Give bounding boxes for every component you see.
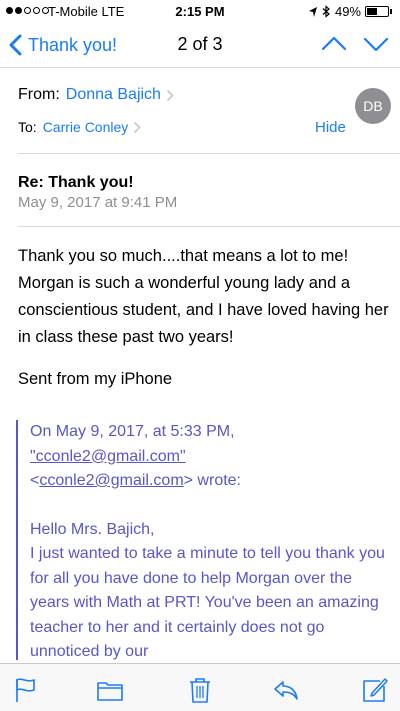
sender-name-link[interactable]: Donna Bajich xyxy=(66,86,161,104)
message-date: May 9, 2017 at 9:41 PM xyxy=(18,194,178,211)
battery-icon xyxy=(365,6,389,17)
sender-avatar[interactable]: DB xyxy=(355,88,391,124)
reply-icon[interactable] xyxy=(272,676,300,704)
message-subject: Re: Thank you! xyxy=(18,174,134,191)
chevron-right-icon xyxy=(134,121,141,133)
quote-header: On May 9, 2017, at 5:33 PM, "cconle2@gma… xyxy=(30,423,241,489)
status-right: 49% xyxy=(308,4,392,19)
quoted-message: On May 9, 2017, at 5:33 PM, "cconle2@gma… xyxy=(16,420,392,660)
hide-details-link[interactable]: Hide xyxy=(315,119,346,136)
quote-body: I just wanted to take a minute to tell y… xyxy=(30,545,385,660)
header-divider xyxy=(18,153,400,154)
compose-icon[interactable] xyxy=(360,676,388,704)
location-icon xyxy=(308,6,317,17)
battery-percent: 49% xyxy=(334,4,361,19)
to-row: To: Carrie Conley xyxy=(18,119,141,135)
next-message-chevron-down-icon[interactable] xyxy=(362,32,390,56)
message-body-text: Thank you so much....that means a lot to… xyxy=(18,247,389,346)
to-label: To: xyxy=(18,119,37,135)
previous-message-chevron-up-icon[interactable] xyxy=(320,32,348,56)
from-label: From: xyxy=(18,86,60,103)
message-signature: Sent from my iPhone xyxy=(18,370,173,388)
flag-icon[interactable] xyxy=(12,676,40,704)
from-row: From: Donna Bajich xyxy=(18,86,174,104)
chevron-right-icon xyxy=(166,89,174,101)
status-bar: T-Mobile LTE 2:15 PM 49% xyxy=(0,0,400,24)
navigation-bar: Thank you! 2 of 3 xyxy=(0,24,400,68)
bluetooth-icon xyxy=(322,5,330,18)
message-nav-arrows xyxy=(320,32,390,56)
folder-icon[interactable] xyxy=(96,676,124,704)
email-link[interactable]: cconle2@gmail.com xyxy=(39,472,183,489)
trash-icon[interactable] xyxy=(186,676,214,704)
bottom-toolbar xyxy=(0,663,400,711)
recipient-name-link[interactable]: Carrie Conley xyxy=(43,119,129,135)
quoted-email-link[interactable]: "cconle2@gmail.com" xyxy=(30,448,186,465)
subject-divider xyxy=(18,226,400,227)
quote-greeting: Hello Mrs. Bajich, xyxy=(30,520,155,538)
